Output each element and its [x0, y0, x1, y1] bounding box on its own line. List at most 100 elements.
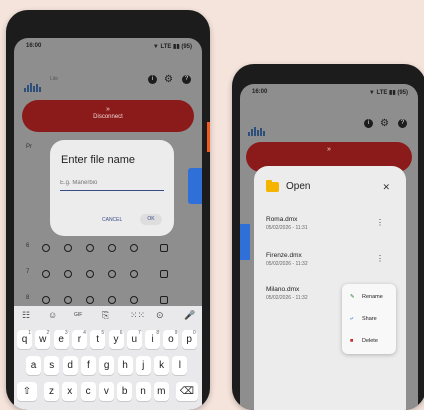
- channel-radio[interactable]: [64, 244, 72, 252]
- channel-radio[interactable]: [42, 244, 50, 252]
- file-name: Firenze.dmx: [266, 252, 302, 259]
- file-date: 05/02/2026 - 11:31: [266, 225, 308, 231]
- key-o[interactable]: o9: [163, 330, 179, 349]
- rename-menu-item[interactable]: ✎ Rename: [350, 294, 383, 300]
- channel-radio[interactable]: [130, 244, 138, 252]
- delete-menu-item[interactable]: ■ Delete: [350, 338, 378, 344]
- status-time: 16:00: [252, 89, 268, 95]
- gear-icon[interactable]: ⚙: [380, 119, 389, 129]
- disconnect-icon: »: [327, 146, 331, 153]
- key-c[interactable]: c: [80, 382, 96, 401]
- channel-radio[interactable]: [42, 296, 50, 304]
- cursor-icon[interactable]: ⁙⁙: [130, 310, 145, 321]
- status-bar: 16:00 ▼ LTE ▮▮ (95): [240, 84, 418, 100]
- channel-radio[interactable]: [86, 296, 94, 304]
- left-phone: 16:00 ▼ LTE ▮▮ (95) Lite i ⚙ ? » Disconn…: [6, 10, 210, 410]
- delete-label: Delete: [362, 338, 378, 344]
- key-h[interactable]: h: [117, 356, 133, 375]
- grid-icon[interactable]: ☷: [22, 310, 30, 321]
- key-p[interactable]: p0: [181, 330, 197, 349]
- key-s[interactable]: s: [44, 356, 60, 375]
- gif-icon[interactable]: GIF: [74, 312, 82, 318]
- file-date: 05/02/2026 - 11:32: [266, 295, 308, 301]
- mic-icon[interactable]: 🎤: [184, 310, 195, 321]
- channel-radio[interactable]: [64, 296, 72, 304]
- key-y[interactable]: y6: [108, 330, 124, 349]
- key-r[interactable]: r4: [71, 330, 87, 349]
- left-screen: 16:00 ▼ LTE ▮▮ (95) Lite i ⚙ ? » Disconn…: [14, 38, 202, 410]
- channel-radio[interactable]: [130, 296, 138, 304]
- share-label: Share: [362, 316, 377, 322]
- key-f[interactable]: f: [80, 356, 96, 375]
- key-l[interactable]: l: [172, 356, 188, 375]
- key-k[interactable]: k: [154, 356, 170, 375]
- emoji-icon[interactable]: ☺: [48, 310, 57, 320]
- keyboard: ☷ ☺ GIF ⎘ ⁙⁙ ⊙ 🎤 q1w2e3r4t5y6u7i8o9p0 asdfghjkl…: [14, 306, 202, 410]
- gear-icon[interactable]: ⚙: [164, 75, 173, 85]
- trash-icon: ■: [350, 338, 354, 344]
- info-icon[interactable]: i: [364, 119, 373, 128]
- app-logo: [24, 74, 46, 92]
- translate-icon[interactable]: ⊙: [156, 310, 164, 321]
- key-n[interactable]: n: [135, 382, 151, 401]
- key-x[interactable]: x: [62, 382, 78, 401]
- key-i[interactable]: i8: [145, 330, 161, 349]
- file-list-item[interactable]: Firenze.dmx 05/02/2026 - 11:32: [266, 252, 308, 267]
- partial-label: Pr: [26, 144, 32, 150]
- help-icon[interactable]: ?: [398, 119, 407, 128]
- info-icon[interactable]: i: [148, 75, 157, 84]
- row-label: 7: [26, 269, 30, 275]
- row-label: 8: [26, 295, 30, 301]
- key-g[interactable]: g: [99, 356, 115, 375]
- share-menu-item[interactable]: ⤶ Share: [350, 316, 377, 323]
- kebab-menu-icon[interactable]: ⋮: [376, 218, 384, 227]
- file-list-item[interactable]: Roma.dmx 05/02/2026 - 11:31: [266, 216, 308, 231]
- shift-key[interactable]: ⇧: [17, 382, 37, 401]
- file-name-input[interactable]: [60, 176, 164, 191]
- key-d[interactable]: d: [62, 356, 78, 375]
- status-indicators: ▼ LTE ▮▮ (95): [152, 44, 192, 50]
- disconnect-icon: »: [106, 106, 110, 113]
- key-v[interactable]: v: [98, 382, 114, 401]
- right-screen: 16:00 ▼ LTE ▮▮ (95) i ⚙ ? » Open ✕ Roma.…: [240, 84, 418, 410]
- key-j[interactable]: j: [135, 356, 151, 375]
- key-q[interactable]: q1: [17, 330, 32, 349]
- ok-button[interactable]: OK: [140, 214, 162, 225]
- key-t[interactable]: t5: [90, 330, 106, 349]
- key-u[interactable]: u7: [126, 330, 142, 349]
- cancel-button[interactable]: CANCEL: [102, 217, 122, 223]
- channel-radio[interactable]: [108, 296, 116, 304]
- channel-checkbox[interactable]: [160, 244, 168, 252]
- key-e[interactable]: e3: [53, 330, 69, 349]
- right-phone: 16:00 ▼ LTE ▮▮ (95) i ⚙ ? » Open ✕ Roma.…: [232, 64, 424, 410]
- file-context-menu: ✎ Rename ⤶ Share ■ Delete: [342, 284, 396, 354]
- channel-checkbox[interactable]: [160, 270, 168, 278]
- channel-radio[interactable]: [108, 244, 116, 252]
- row-label: 6: [26, 243, 30, 249]
- channel-radio[interactable]: [64, 270, 72, 278]
- blue-tab-edge: [240, 224, 250, 260]
- channel-radio[interactable]: [108, 270, 116, 278]
- channel-checkbox[interactable]: [160, 296, 168, 304]
- channel-radio[interactable]: [86, 270, 94, 278]
- clipboard-icon[interactable]: ⎘: [102, 310, 109, 321]
- key-a[interactable]: a: [26, 356, 41, 375]
- key-w[interactable]: w2: [35, 330, 51, 349]
- key-m[interactable]: m: [153, 382, 169, 401]
- close-icon[interactable]: ✕: [382, 182, 390, 193]
- status-indicators: ▼ LTE ▮▮ (95): [368, 90, 408, 96]
- help-icon[interactable]: ?: [182, 75, 191, 84]
- kebab-menu-icon[interactable]: ⋮: [376, 254, 384, 263]
- file-name: Milano.dmx: [266, 286, 300, 293]
- disconnect-button[interactable]: » Disconnect: [22, 100, 194, 132]
- backspace-key[interactable]: ⌫: [176, 382, 198, 401]
- status-bar: 16:00 ▼ LTE ▮▮ (95): [14, 38, 202, 54]
- open-file-panel: Open ✕ Roma.dmx 05/02/2026 - 11:31 ⋮ Firenz…: [254, 166, 406, 410]
- channel-radio[interactable]: [130, 270, 138, 278]
- channel-radio[interactable]: [86, 244, 94, 252]
- folder-icon: [266, 180, 279, 192]
- key-b[interactable]: b: [117, 382, 133, 401]
- file-list-item[interactable]: Milano.dmx 05/02/2026 - 11:32: [266, 286, 308, 301]
- key-z[interactable]: z: [44, 382, 59, 401]
- channel-radio[interactable]: [42, 270, 50, 278]
